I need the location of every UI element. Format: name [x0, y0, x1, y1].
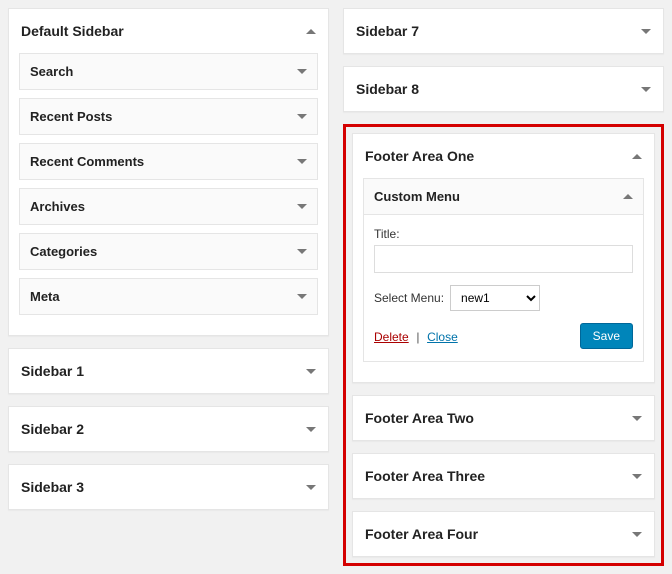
close-link[interactable]: Close — [427, 330, 458, 344]
chevron-down-icon — [306, 427, 316, 432]
separator: | — [416, 330, 419, 344]
panel-footer-area-one: Footer Area One Custom Menu Title: — [352, 133, 655, 383]
panel-title: Sidebar 1 — [21, 363, 84, 379]
chevron-up-icon — [306, 29, 316, 34]
widget-body-custom-menu: Title: Select Menu: new1 — [364, 214, 643, 361]
widget-title: Recent Comments — [30, 154, 144, 169]
chevron-up-icon — [623, 194, 633, 199]
chevron-down-icon — [632, 474, 642, 479]
panel-sidebar-8[interactable]: Sidebar 8 — [343, 66, 664, 112]
widget-title: Search — [30, 64, 73, 79]
panel-footer-area-three[interactable]: Footer Area Three — [352, 453, 655, 499]
widget-header-custom-menu[interactable]: Custom Menu — [364, 179, 643, 214]
panel-title: Sidebar 3 — [21, 479, 84, 495]
widget-custom-menu: Custom Menu Title: Select Menu: — [363, 178, 644, 362]
chevron-down-icon — [297, 69, 307, 74]
chevron-down-icon — [297, 249, 307, 254]
delete-link[interactable]: Delete — [374, 330, 409, 344]
panel-header-footer-one[interactable]: Footer Area One — [353, 134, 654, 178]
panel-sidebar-1[interactable]: Sidebar 1 — [8, 348, 329, 394]
panel-header-default-sidebar[interactable]: Default Sidebar — [9, 9, 328, 53]
widget-meta[interactable]: Meta — [19, 278, 318, 315]
panel-footer-area-two[interactable]: Footer Area Two — [352, 395, 655, 441]
select-menu-label: Select Menu: — [374, 291, 444, 305]
chevron-down-icon — [641, 87, 651, 92]
chevron-down-icon — [297, 114, 307, 119]
panel-title: Footer Area One — [365, 148, 474, 164]
widget-recent-comments[interactable]: Recent Comments — [19, 143, 318, 180]
widget-recent-posts[interactable]: Recent Posts — [19, 98, 318, 135]
panel-title: Footer Area Four — [365, 526, 478, 542]
chevron-down-icon — [632, 416, 642, 421]
title-label: Title: — [374, 227, 633, 241]
chevron-down-icon — [297, 294, 307, 299]
panel-title: Default Sidebar — [21, 23, 124, 39]
panel-default-sidebar: Default Sidebar Search Recent Posts — [8, 8, 329, 336]
chevron-down-icon — [641, 29, 651, 34]
save-button[interactable]: Save — [580, 323, 633, 349]
chevron-down-icon — [632, 532, 642, 537]
widget-categories[interactable]: Categories — [19, 233, 318, 270]
panel-title: Sidebar 7 — [356, 23, 419, 39]
panel-sidebar-3[interactable]: Sidebar 3 — [8, 464, 329, 510]
highlighted-footer-areas: Footer Area One Custom Menu Title: — [343, 124, 664, 566]
panel-title: Footer Area Three — [365, 468, 485, 484]
right-column: Sidebar 7 Sidebar 8 Footer Area One C — [343, 8, 664, 566]
widget-title: Categories — [30, 244, 97, 259]
widget-title: Meta — [30, 289, 60, 304]
panel-footer-area-four[interactable]: Footer Area Four — [352, 511, 655, 557]
widget-title: Archives — [30, 199, 85, 214]
panel-sidebar-7[interactable]: Sidebar 7 — [343, 8, 664, 54]
panel-body-default-sidebar: Search Recent Posts Recent Comments — [9, 53, 328, 335]
panel-title: Footer Area Two — [365, 410, 474, 426]
chevron-up-icon — [632, 154, 642, 159]
panel-sidebar-2[interactable]: Sidebar 2 — [8, 406, 329, 452]
chevron-down-icon — [297, 204, 307, 209]
widget-archives[interactable]: Archives — [19, 188, 318, 225]
panel-body-footer-one: Custom Menu Title: Select Menu: — [353, 178, 654, 382]
left-column: Default Sidebar Search Recent Posts — [8, 8, 329, 566]
chevron-down-icon — [297, 159, 307, 164]
chevron-down-icon — [306, 485, 316, 490]
panel-title: Sidebar 8 — [356, 81, 419, 97]
panel-title: Sidebar 2 — [21, 421, 84, 437]
widget-search[interactable]: Search — [19, 53, 318, 90]
title-input[interactable] — [374, 245, 633, 273]
widget-title: Custom Menu — [374, 189, 460, 204]
chevron-down-icon — [306, 369, 316, 374]
widget-title: Recent Posts — [30, 109, 112, 124]
select-menu-dropdown[interactable]: new1 — [450, 285, 540, 311]
